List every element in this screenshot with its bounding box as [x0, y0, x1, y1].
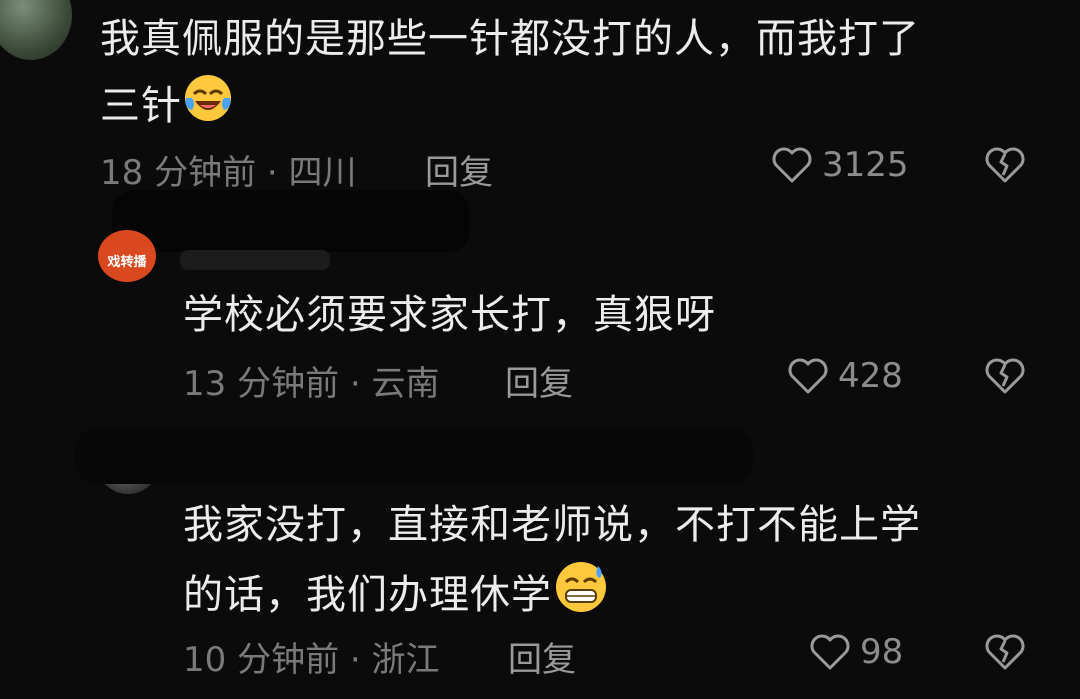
comment-1-reply-button[interactable]: 回复 — [425, 145, 493, 194]
comment-1-line-2: 三针 — [100, 72, 920, 144]
comment-1-like-button[interactable]: 3125 — [770, 143, 909, 187]
comment-3-reply-button[interactable]: 回复 — [508, 632, 576, 681]
comment-2-like-button[interactable]: 428 — [786, 354, 903, 398]
comment-1-text: 我真佩服的是那些一针都没打的人，而我打了 三针 — [100, 6, 920, 144]
comment-3-text: 我家没打，直接和老师说，不打不能上学 的话，我们办理休学 — [183, 492, 921, 636]
comment-2-meta: 13 分钟前 · 云南 — [183, 364, 440, 404]
comment-3-line-1: 我家没打，直接和老师说，不打不能上学 — [183, 502, 921, 548]
avatar-brand-text: 戏转播 — [107, 254, 147, 270]
comment-2-dislike-button[interactable] — [982, 354, 1028, 402]
redacted-username-2 — [75, 428, 753, 484]
laughing-crying-emoji — [182, 72, 234, 144]
broken-heart-icon — [985, 634, 1025, 670]
broken-heart-icon — [985, 358, 1025, 394]
heart-outline-icon — [810, 634, 850, 670]
comment-3-like-count: 98 — [860, 632, 904, 672]
comment-2-like-count: 428 — [838, 356, 903, 396]
comment-2-text: 学校必须要求家长打，真狠呀 — [183, 292, 716, 338]
blurred-username-2 — [180, 250, 330, 270]
comment-3-line-2: 的话，我们办理休学 — [183, 558, 921, 636]
comment-1-meta: 18 分钟前 · 四川 — [100, 153, 357, 193]
comment-2-reply-button[interactable]: 回复 — [505, 356, 573, 405]
redacted-username-1 — [112, 190, 470, 252]
grinning-sweat-emoji — [552, 558, 610, 636]
avatar-comment-1[interactable] — [0, 0, 72, 60]
comment-3-dislike-button[interactable] — [982, 630, 1028, 678]
comment-1-line-1: 我真佩服的是那些一针都没打的人，而我打了 — [100, 16, 920, 62]
comment-3-line-2-text: 的话，我们办理休学 — [183, 572, 552, 618]
heart-outline-icon — [772, 147, 812, 183]
comment-1-line-2-text: 三针 — [100, 83, 182, 129]
comment-1-like-count: 3125 — [822, 145, 909, 185]
comment-3-meta: 10 分钟前 · 浙江 — [183, 640, 440, 680]
heart-outline-icon — [788, 358, 828, 394]
broken-heart-icon — [985, 147, 1025, 183]
comment-1-dislike-button[interactable] — [982, 143, 1028, 191]
avatar-comment-2[interactable]: 戏转播 — [98, 230, 156, 282]
comment-3-like-button[interactable]: 98 — [808, 630, 903, 674]
